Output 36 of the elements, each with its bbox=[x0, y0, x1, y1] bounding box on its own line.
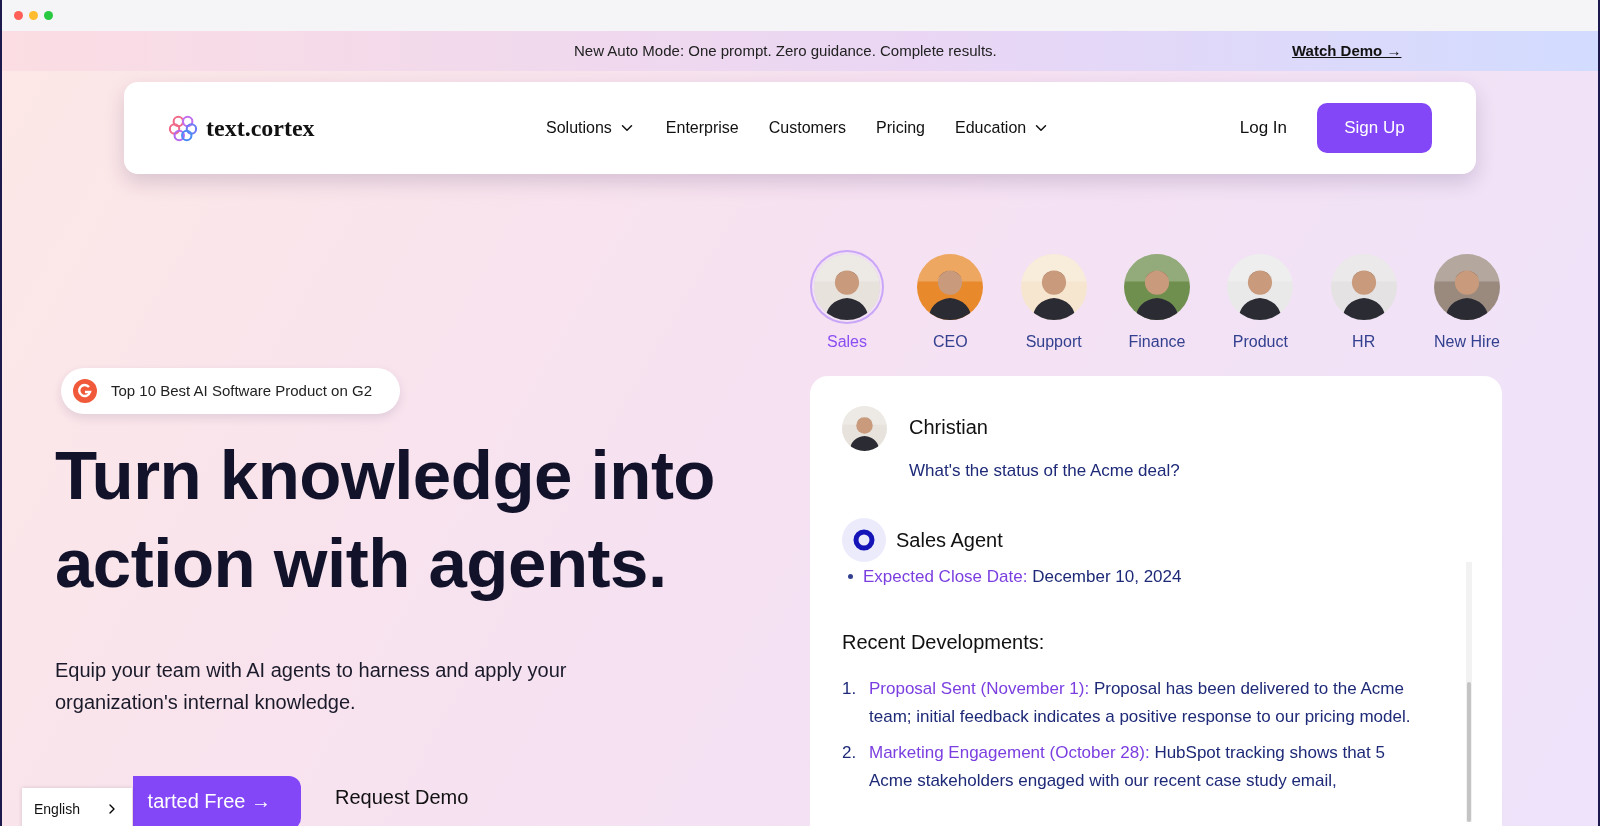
user-message: What's the status of the Acme deal? bbox=[909, 460, 1180, 482]
list-number: 2. bbox=[842, 742, 858, 764]
watch-demo-link[interactable]: Watch Demo → bbox=[1292, 39, 1402, 63]
logo-icon bbox=[168, 113, 198, 143]
logo-text: text.cortex bbox=[206, 114, 315, 143]
development-text: Marketing Engagement (October 28): HubSpot tracking shows that 5 Acme stakeholders engaged with our recent case study email, bbox=[869, 742, 1386, 792]
role-label[interactable]: HR bbox=[1352, 330, 1376, 354]
agent-name: Sales Agent bbox=[896, 527, 1003, 553]
section-title: Recent Developments: bbox=[842, 630, 1046, 655]
nav-link[interactable]: Customers bbox=[768, 116, 847, 140]
close-date-text: Expected Close Date: December 10, 2024 bbox=[863, 565, 1182, 588]
login-link[interactable]: Log In bbox=[1239, 115, 1287, 141]
development-text: Proposal Sent (November 1): Proposal has been delivered to the Acme team; initial feedback indicates a positive response to our pricing model. bbox=[869, 678, 1412, 728]
nav-link[interactable]: Solutions bbox=[546, 116, 636, 140]
list-number: 1. bbox=[842, 678, 858, 700]
signup-button[interactable]: Sign Up bbox=[1317, 103, 1432, 153]
nav-link[interactable]: Education bbox=[955, 116, 1051, 140]
language-selector[interactable]: English bbox=[22, 788, 132, 826]
role-label[interactable]: Sales bbox=[827, 330, 867, 354]
announcement-text: New Auto Mode: One prompt. Zero guidance. Complete results. bbox=[574, 40, 997, 61]
user-name: Christian bbox=[909, 415, 989, 440]
bullet-icon bbox=[848, 573, 853, 579]
nav-link[interactable]: Enterprise bbox=[665, 116, 739, 140]
hero-headline: Turn knowledge into action with agents. bbox=[55, 436, 716, 604]
agent-icon bbox=[842, 517, 886, 562]
role-label[interactable]: Product bbox=[1232, 330, 1288, 354]
badge-text: Top 10 Best AI Software Product on G2 bbox=[111, 380, 372, 401]
get-started-button[interactable]: tarted Free → bbox=[133, 776, 301, 826]
role-label[interactable]: Support bbox=[1025, 330, 1082, 354]
role-label[interactable]: New Hire bbox=[1434, 330, 1500, 354]
request-demo-link[interactable]: Request Demo bbox=[335, 782, 469, 812]
role-label[interactable]: Finance bbox=[1128, 330, 1186, 354]
g2-logo-icon bbox=[73, 379, 97, 403]
nav-link[interactable]: Pricing bbox=[876, 116, 925, 140]
hero-subtitle: Equip your team with AI agents to harness and apply your organization's internal knowledge. bbox=[55, 658, 568, 715]
role-label[interactable]: CEO bbox=[933, 330, 968, 354]
